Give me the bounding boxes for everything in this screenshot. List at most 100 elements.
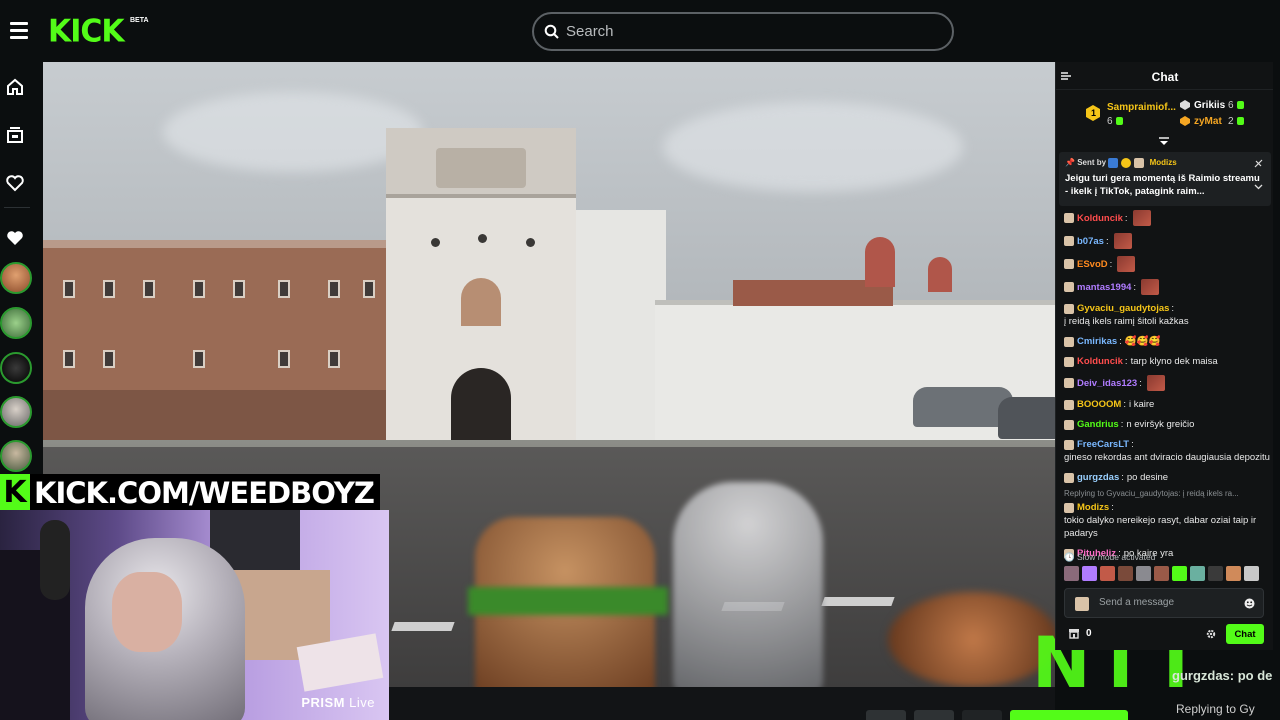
- subscriber-badge-icon: [1064, 378, 1074, 388]
- stream-url-banner: K KICK.COM/WEEDBOYZ: [0, 474, 380, 512]
- home-icon[interactable]: [5, 77, 25, 97]
- emote-button[interactable]: [1082, 566, 1097, 581]
- message-input[interactable]: [1099, 597, 1239, 608]
- subscriber-badge-icon: [1064, 439, 1074, 450]
- send-chat-button[interactable]: Chat: [1226, 624, 1264, 644]
- pin-icon: 📌: [1065, 158, 1075, 168]
- video-controls-bar: [389, 687, 1055, 720]
- subscriber-badge-icon: [1064, 399, 1074, 410]
- follow-button[interactable]: [1010, 710, 1128, 720]
- chat-username[interactable]: mantas1994: [1077, 281, 1131, 294]
- chat-username[interactable]: Gandrius: [1077, 418, 1119, 431]
- chat-username[interactable]: Kolduncik: [1077, 212, 1123, 225]
- chevron-down-icon[interactable]: [1254, 182, 1263, 191]
- channel-avatar[interactable]: [0, 307, 32, 339]
- chat-username[interactable]: Gyvaciu_gaudytojas: [1077, 302, 1169, 315]
- brick-building: [43, 240, 393, 440]
- control-button[interactable]: [962, 710, 1002, 720]
- subscriber-badge-icon: [1064, 213, 1074, 223]
- chat-username[interactable]: ESvoD: [1077, 258, 1108, 271]
- unpin-icon[interactable]: [1254, 159, 1263, 168]
- colon-separator: :: [1123, 399, 1126, 410]
- emote-button[interactable]: [1136, 566, 1151, 581]
- subscriber-badge-icon: [1064, 419, 1074, 430]
- expand-leaderboard-icon[interactable]: [1158, 136, 1170, 146]
- emote-button[interactable]: [1190, 566, 1205, 581]
- chat-emote: [1132, 210, 1151, 226]
- emote-button[interactable]: [1118, 566, 1133, 581]
- search-bar[interactable]: [532, 12, 954, 51]
- subscriber-badge-icon: [1064, 472, 1074, 483]
- gate-tower: [386, 128, 576, 440]
- gift-badge-icon: [1121, 158, 1132, 168]
- kick-logo[interactable]: KICK: [48, 13, 125, 50]
- search-input[interactable]: [566, 23, 926, 40]
- heart-icon[interactable]: [5, 173, 25, 193]
- emoji-icon[interactable]: [1244, 598, 1255, 609]
- pinned-meta: 📌 Sent by Modizs: [1065, 158, 1265, 168]
- message-input-box[interactable]: [1064, 588, 1264, 618]
- chat-username[interactable]: Cmirikas: [1077, 335, 1117, 348]
- leader-count: 2: [1228, 116, 1234, 127]
- chat-panel: Chat 1 Sampraimiof... 6 Grikiis 6 zyMat …: [1055, 62, 1273, 650]
- subscriber-badge-icon: [1064, 259, 1074, 269]
- emote-button[interactable]: [1244, 566, 1259, 581]
- chat-username[interactable]: BOOOOM: [1077, 398, 1121, 411]
- blurred-label: [468, 587, 668, 615]
- leader-name[interactable]: Grikiis: [1194, 100, 1225, 111]
- channel-points: 0: [1086, 628, 1092, 639]
- emote-button[interactable]: [1226, 566, 1241, 581]
- chat-text: į reidą ikels raimį šitoli kažkas: [1064, 316, 1189, 327]
- chat-username[interactable]: Modizs: [1077, 501, 1109, 514]
- colon-separator: :: [1133, 281, 1137, 293]
- control-button[interactable]: [866, 710, 906, 720]
- emote-button[interactable]: [1154, 566, 1169, 581]
- channel-avatar[interactable]: [0, 262, 32, 294]
- chat-username[interactable]: b07as: [1077, 235, 1104, 248]
- emote-button[interactable]: [1064, 566, 1079, 581]
- control-button[interactable]: [914, 710, 954, 720]
- subscriber-badge-icon: [1064, 336, 1074, 347]
- colon-separator: :: [1131, 439, 1134, 450]
- channel-avatar[interactable]: [0, 396, 32, 428]
- rank-badge-icon: [1180, 100, 1190, 110]
- channel-avatar[interactable]: [0, 352, 32, 384]
- favorites-heart-icon: [7, 231, 23, 245]
- chat-emote: [1113, 233, 1132, 249]
- rank-badge-icon: [1180, 116, 1190, 126]
- chat-message: b07as:: [1064, 233, 1270, 249]
- pinned-text: Jeigu turi gera momentą iš Raimio stream…: [1065, 173, 1260, 197]
- following-icon[interactable]: [5, 125, 25, 145]
- emote-button[interactable]: [1172, 566, 1187, 581]
- chat-text: 🥰🥰🥰: [1124, 336, 1161, 347]
- chat-username[interactable]: Deiv_idas123: [1077, 377, 1137, 390]
- chat-username[interactable]: gurgzdas: [1077, 471, 1119, 484]
- chat-messages: Kolduncik: b07as: ESvoD: mantas1994: Gyvaciu…: [1064, 210, 1270, 567]
- chat-message: Modizs: tokio dalyko nereikejo rasyt, dab…: [1064, 501, 1270, 540]
- colon-separator: :: [1139, 377, 1142, 389]
- leader-name[interactable]: zyMat: [1194, 116, 1222, 127]
- chat-message: Gandrius: n eviršyk greičio: [1064, 418, 1270, 431]
- gear-icon[interactable]: [1206, 629, 1216, 639]
- chat-text: i kaire: [1128, 399, 1155, 410]
- chat-text: gineso rekordas ant dviracio daugiausia …: [1064, 452, 1270, 463]
- background-chat-text: gurgzdas: po de: [1172, 668, 1273, 683]
- chat-header: Chat: [1056, 62, 1273, 90]
- emote-button[interactable]: [1208, 566, 1223, 581]
- chat-username[interactable]: FreeCarsLT: [1077, 438, 1129, 451]
- menu-icon[interactable]: [10, 22, 28, 39]
- emote-button[interactable]: [1100, 566, 1115, 581]
- scrollbar[interactable]: [1273, 62, 1280, 650]
- church-dome: [865, 237, 895, 287]
- cloud: [163, 92, 423, 172]
- leader-name[interactable]: Sampraimiof...: [1107, 102, 1176, 113]
- chat-username[interactable]: Kolduncik: [1077, 355, 1123, 368]
- chat-message: Kolduncik: tarp klyno dek maisa: [1064, 355, 1270, 368]
- channel-avatar[interactable]: [0, 440, 32, 472]
- store-icon[interactable]: [1068, 628, 1080, 639]
- pinned-message[interactable]: 📌 Sent by Modizs Jeigu turi gera momentą…: [1059, 152, 1271, 206]
- subscriber-badge-icon: [1064, 282, 1074, 292]
- pinned-author[interactable]: Modizs: [1150, 158, 1177, 167]
- chat-emote: [1141, 279, 1160, 295]
- colon-separator: :: [1105, 235, 1109, 247]
